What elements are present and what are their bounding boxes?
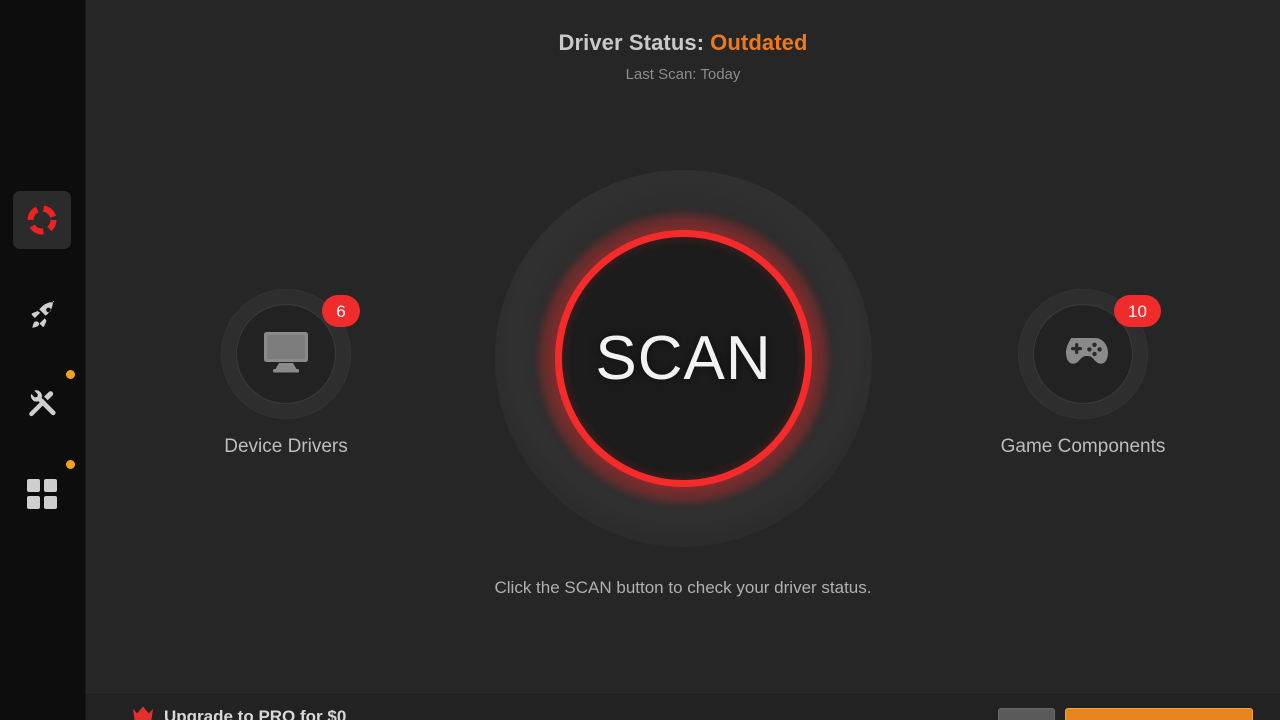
sidebar-item-more[interactable] bbox=[13, 465, 71, 523]
last-scan-text: Last Scan: Today bbox=[625, 66, 741, 83]
bottom-bar: Upgrade to PRO for $0 bbox=[86, 692, 1280, 720]
upgrade-promo[interactable]: Upgrade to PRO for $0 bbox=[131, 705, 346, 720]
device-drivers-ring: 6 bbox=[221, 289, 360, 419]
crown-icon bbox=[131, 705, 155, 720]
device-drivers-inner bbox=[236, 304, 336, 404]
device-drivers-badge: 6 bbox=[322, 295, 360, 327]
sidebar-item-driver-booster[interactable] bbox=[13, 191, 71, 249]
tools-icon bbox=[25, 388, 59, 422]
driver-booster-window: Driver Status: Outdated Last Scan: Today … bbox=[0, 0, 1280, 720]
sidebar bbox=[0, 0, 86, 720]
rocket-icon bbox=[25, 298, 59, 332]
device-drivers-label: Device Drivers bbox=[224, 436, 348, 457]
grid-icon bbox=[26, 478, 58, 510]
ring-logo-icon bbox=[25, 203, 59, 237]
header: Driver Status: Outdated Last Scan: Today bbox=[86, 0, 1280, 83]
game-components-ring: 10 bbox=[1018, 289, 1161, 419]
scan-button-label: SCAN bbox=[595, 324, 772, 393]
category-device-drivers[interactable]: 6 Device Drivers bbox=[196, 289, 376, 458]
bottom-secondary-button[interactable] bbox=[998, 708, 1055, 720]
bottom-primary-button[interactable] bbox=[1065, 708, 1253, 720]
scan-hint-text: Click the SCAN button to check your driv… bbox=[494, 578, 872, 597]
upgrade-promo-text: Upgrade to PRO for $0 bbox=[164, 706, 347, 720]
driver-status-label: Driver Status: bbox=[558, 30, 705, 55]
sidebar-item-boost[interactable] bbox=[13, 286, 71, 344]
scan-button[interactable]: SCAN bbox=[555, 230, 812, 487]
sidebar-item-tools[interactable] bbox=[13, 376, 71, 434]
category-game-components[interactable]: 10 Game Components bbox=[993, 289, 1173, 458]
gamepad-icon bbox=[1056, 332, 1110, 377]
driver-status-value: Outdated bbox=[710, 30, 808, 55]
scan-button-area: SCAN bbox=[495, 170, 872, 547]
game-components-badge: 10 bbox=[1114, 295, 1161, 327]
monitor-icon bbox=[260, 329, 312, 380]
driver-status-line: Driver Status: Outdated bbox=[86, 30, 1280, 56]
game-components-label: Game Components bbox=[1000, 436, 1166, 457]
